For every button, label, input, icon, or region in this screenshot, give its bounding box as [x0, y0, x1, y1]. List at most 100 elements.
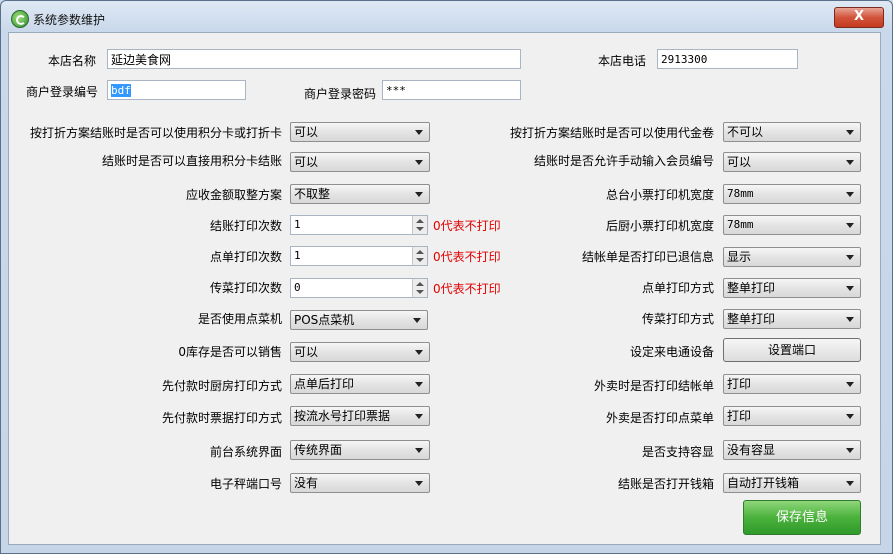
right-label-8: 设定来电通设备: [629, 345, 714, 359]
dropdown-cash-drawer[interactable]: 自动打开钱箱: [723, 473, 861, 493]
chevron-down-icon: [846, 255, 854, 260]
left-label-10: 先付款时票据打印方式: [161, 411, 282, 425]
spin-up-icon[interactable]: [416, 250, 424, 254]
dropdown-rounding-scheme[interactable]: 不取整: [290, 184, 430, 204]
dropdown-value: 78mm: [727, 218, 754, 231]
dropdown-front-printer-width[interactable]: 78mm: [723, 184, 861, 204]
right-label-3: 总台小票打印机宽度: [605, 188, 714, 202]
dropdown-discount-points-card[interactable]: 可以: [290, 122, 430, 142]
spin-up-icon[interactable]: [416, 282, 424, 286]
chevron-down-icon: [846, 448, 854, 453]
spinner-buttons[interactable]: [412, 279, 427, 297]
right-label-10: 外卖是否打印点菜单: [605, 411, 714, 425]
dropdown-value: 按流水号打印票据: [294, 409, 391, 423]
dropdown-manual-member-id[interactable]: 可以: [723, 152, 861, 172]
merchant-id-label: 商户登录编号: [26, 85, 99, 99]
chevron-down-icon: [846, 223, 854, 228]
right-label-4: 后厨小票打印机宽度: [605, 219, 714, 233]
store-phone-label: 本店电话: [598, 54, 647, 68]
right-label-5: 结帐单是否打印已退信息: [581, 250, 714, 264]
dropdown-value: 自动打开钱箱: [727, 476, 800, 490]
dropdown-customer-display[interactable]: 没有容显: [723, 440, 861, 460]
set-port-button[interactable]: 设置端口: [723, 338, 861, 362]
dropdown-value: 打印: [727, 409, 752, 423]
dropdown-value: 没有容显: [727, 443, 776, 457]
chevron-down-icon: [415, 481, 423, 486]
dropdown-value: 传统界面: [294, 443, 343, 457]
dropdown-scale-port[interactable]: 没有: [290, 473, 430, 493]
dropdown-value: 可以: [727, 155, 752, 169]
store-phone-field[interactable]: 2913300: [657, 49, 798, 69]
chevron-down-icon: [846, 286, 854, 291]
spinner-value: 1: [294, 249, 301, 262]
right-label-11: 是否支持容显: [641, 445, 714, 459]
left-label-6: 传菜打印次数: [209, 281, 282, 295]
chevron-down-icon: [415, 414, 423, 419]
dropdown-value: POS点菜机: [294, 313, 355, 327]
dropdown-ordering-device[interactable]: POS点菜机: [290, 310, 428, 330]
chevron-down-icon: [846, 382, 854, 387]
dropdown-order-print-mode[interactable]: 整单打印: [723, 278, 861, 298]
chevron-down-icon: [415, 130, 423, 135]
serve-print-count-spinner[interactable]: 0: [290, 278, 428, 298]
spin-up-icon[interactable]: [416, 219, 424, 223]
right-label-1: 按打折方案结账时是否可以使用代金卷: [509, 126, 714, 140]
dropdown-zero-stock-sale[interactable]: 可以: [290, 342, 430, 362]
chevron-down-icon: [415, 160, 423, 165]
chevron-down-icon: [415, 350, 423, 355]
left-label-1: 按打折方案结账时是否可以使用积分卡或打折卡: [29, 126, 282, 140]
dropdown-value: 可以: [294, 155, 319, 169]
right-label-9: 外卖时是否打印结帐单: [593, 379, 714, 393]
dropdown-value: 78mm: [727, 187, 754, 200]
dropdown-receipt-print-mode[interactable]: 按流水号打印票据: [290, 406, 430, 426]
title-bar: 系统参数维护 X: [1, 1, 892, 33]
spin-down-icon[interactable]: [416, 227, 424, 231]
dropdown-takeout-print-bill[interactable]: 打印: [723, 374, 861, 394]
chevron-down-icon: [846, 414, 854, 419]
spin-down-icon[interactable]: [416, 258, 424, 262]
left-label-4: 结账打印次数: [209, 219, 282, 233]
dropdown-kitchen-printer-width[interactable]: 78mm: [723, 215, 861, 235]
left-label-9: 先付款时厨房打印方式: [161, 379, 282, 393]
dropdown-value: 可以: [294, 345, 319, 359]
left-label-8: 0库存是否可以销售: [178, 345, 282, 359]
dropdown-value: 没有: [294, 476, 319, 490]
store-name-label: 本店名称: [48, 54, 97, 68]
dropdown-serve-print-mode[interactable]: 整单打印: [723, 309, 861, 329]
checkout-print-count-spinner[interactable]: 1: [290, 215, 428, 235]
left-label-7: 是否使用点菜机: [197, 312, 282, 326]
chevron-down-icon: [846, 317, 854, 322]
order-print-count-spinner[interactable]: 1: [290, 246, 428, 266]
right-label-7: 传菜打印方式: [641, 312, 714, 326]
dropdown-value: 不取整: [294, 187, 331, 201]
app-logo-icon: [11, 10, 29, 28]
chevron-down-icon: [846, 481, 854, 486]
save-button[interactable]: 保存信息: [743, 500, 861, 535]
spinner-buttons[interactable]: [412, 216, 427, 234]
dropdown-kitchen-print-mode[interactable]: 点单后打印: [290, 374, 430, 394]
dropdown-frontend-ui[interactable]: 传统界面: [290, 440, 430, 460]
merchant-id-field[interactable]: bdf: [107, 80, 246, 100]
chevron-down-icon: [846, 192, 854, 197]
left-label-3: 应收金额取整方案: [185, 188, 282, 202]
spinner-buttons[interactable]: [412, 247, 427, 265]
store-name-field[interactable]: 延边美食网: [107, 49, 521, 69]
merchant-password-field[interactable]: ***: [382, 80, 521, 100]
chevron-down-icon: [415, 448, 423, 453]
dropdown-value: 点单后打印: [294, 377, 355, 391]
dropdown-value: 整单打印: [727, 312, 776, 326]
dropdown-value: 显示: [727, 250, 752, 264]
spinner-value: 0: [294, 281, 301, 294]
right-label-2: 结账时是否允许手动输入会员编号: [533, 154, 714, 168]
merchant-id-value: bdf: [111, 84, 131, 97]
dropdown-takeout-print-order[interactable]: 打印: [723, 406, 861, 426]
left-label-11: 前台系统界面: [209, 445, 282, 459]
dropdown-value: 整单打印: [727, 281, 776, 295]
dropdown-points-card-checkout[interactable]: 可以: [290, 152, 430, 172]
dropdown-print-refund-info[interactable]: 显示: [723, 247, 861, 267]
window-title: 系统参数维护: [33, 13, 106, 27]
spin-down-icon[interactable]: [416, 290, 424, 294]
dropdown-value: 打印: [727, 377, 752, 391]
dropdown-discount-voucher[interactable]: 不可以: [723, 122, 861, 142]
close-button[interactable]: X: [834, 7, 884, 28]
